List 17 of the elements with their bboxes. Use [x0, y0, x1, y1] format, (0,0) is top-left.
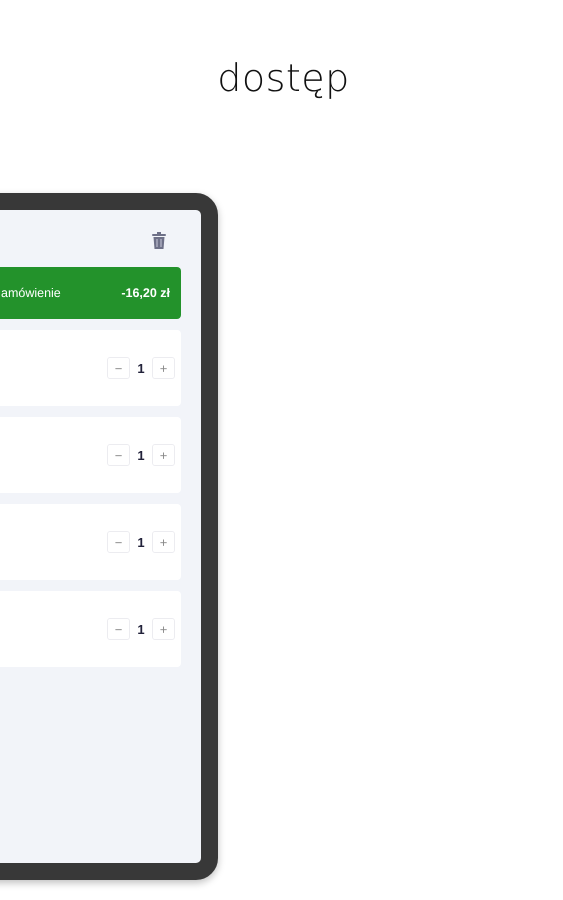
increase-button[interactable]: +	[152, 531, 175, 553]
headline: dostęp	[217, 56, 350, 102]
order-label: amówienie	[1, 286, 61, 300]
order-amount: -16,20 zł	[121, 286, 170, 300]
quantity: 1	[136, 360, 146, 376]
decrease-button[interactable]: −	[107, 444, 130, 466]
quantity: 1	[136, 534, 146, 550]
order-bar[interactable]: amówienie -16,20 zł	[0, 267, 181, 319]
quantity: 1	[136, 622, 146, 636]
decrease-button[interactable]: −	[107, 618, 130, 640]
increase-button[interactable]: +	[152, 357, 175, 379]
increase-button[interactable]: +	[152, 444, 175, 466]
increase-button[interactable]: +	[152, 618, 175, 640]
decrease-button[interactable]: −	[107, 357, 130, 379]
trash-icon[interactable]	[152, 232, 166, 249]
quantity: 1	[136, 448, 146, 462]
decrease-button[interactable]: −	[107, 531, 130, 553]
